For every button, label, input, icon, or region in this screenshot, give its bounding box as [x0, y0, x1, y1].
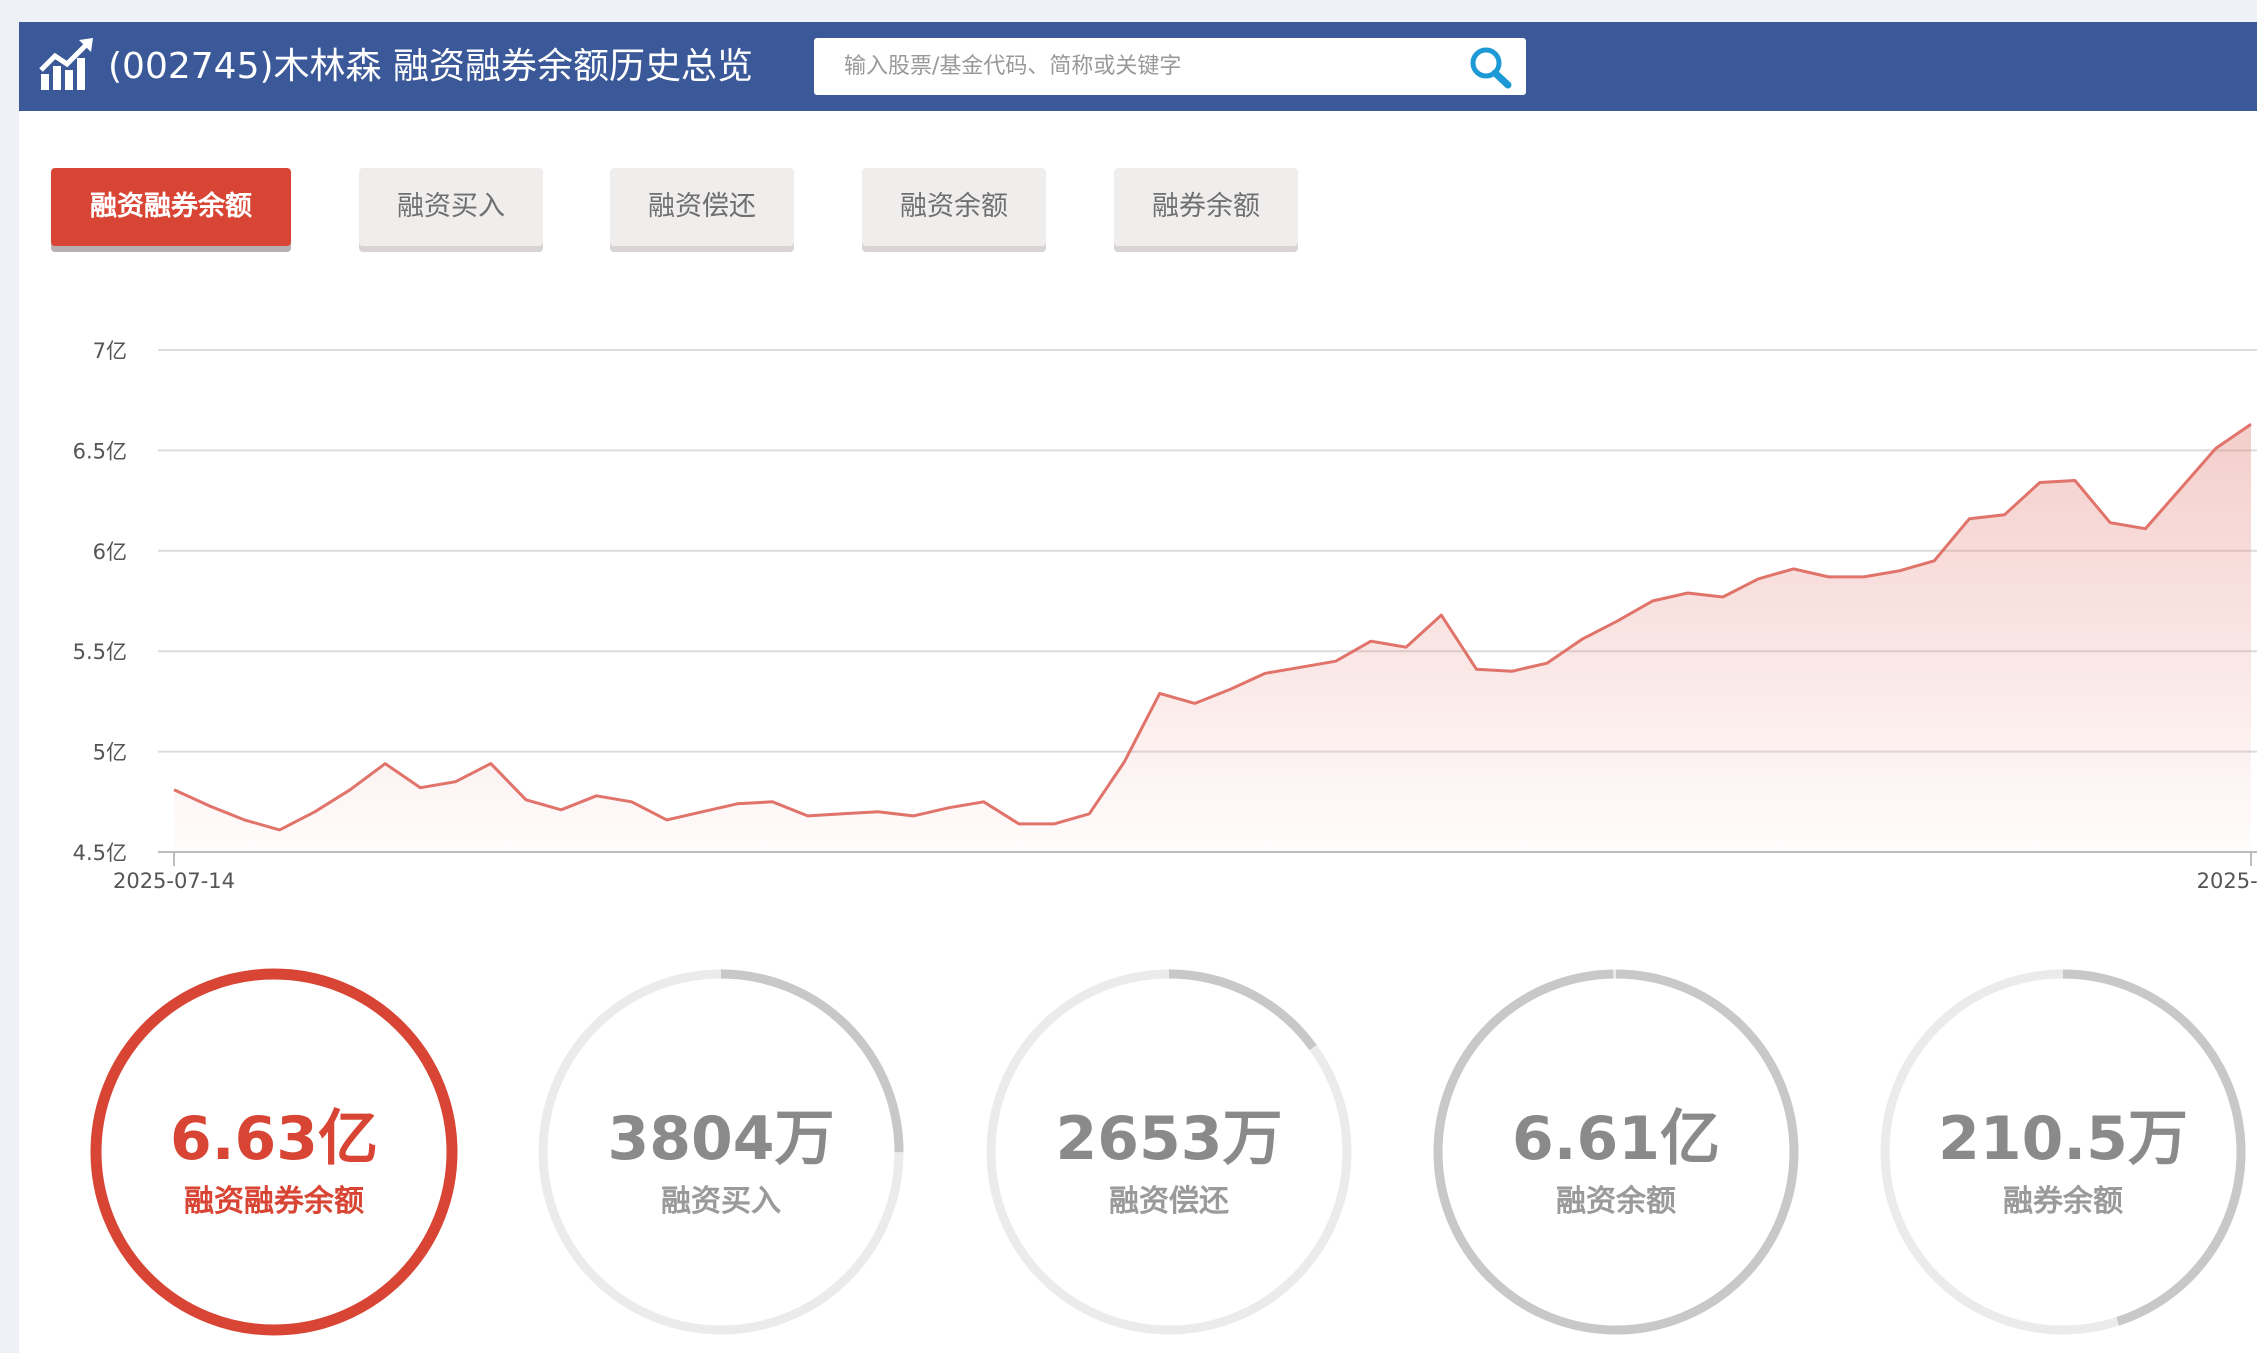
stat-label: 融资余额	[1556, 1184, 1676, 1219]
stat-ring-margin-repay[interactable]: 2653万 融资偿还	[979, 962, 1359, 1342]
margin-balance-chart: 7亿 6.5亿 6亿 5.5亿 5亿 4.5亿 2025-07-14 2025-10-1	[73, 339, 2257, 893]
header-bar: (002745)木林森 融资融券余额历史总览	[19, 22, 2257, 111]
page-title: (002745)木林森 融资融券余额历史总览	[108, 46, 753, 87]
stat-ring-margin-total[interactable]: 6.63亿 融资融券余额	[84, 962, 464, 1342]
page: (002745)木林森 融资融券余额历史总览 融资融券余额 融资买入 融资偿还 …	[19, 22, 2257, 1353]
stat-value: 3804万	[607, 1104, 835, 1174]
tab-financing-balance[interactable]: 融资余额	[862, 168, 1046, 246]
y-tick-label: 5亿	[93, 741, 127, 765]
stat-label: 融资偿还	[1109, 1184, 1229, 1219]
stat-ring-margin-buy[interactable]: 3804万 融资买入	[531, 962, 911, 1342]
stat-value: 2653万	[1055, 1104, 1283, 1174]
x-tick-label: 2025-10-1	[2197, 869, 2257, 893]
stat-value: 6.61亿	[1511, 1104, 1721, 1174]
tab-margin-total[interactable]: 融资融券余额	[51, 168, 291, 246]
y-tick-label: 4.5亿	[73, 841, 127, 865]
search-icon[interactable]	[1466, 44, 1516, 90]
series-area	[174, 424, 2251, 852]
y-tick-label: 6.5亿	[73, 439, 127, 463]
y-tick-label: 5.5亿	[73, 640, 127, 664]
stat-value: 6.63亿	[169, 1104, 379, 1174]
y-tick-label: 7亿	[93, 339, 127, 363]
tab-securities-lending-balance[interactable]: 融券余额	[1114, 168, 1298, 246]
stock-chart-logo-icon	[39, 38, 93, 90]
stat-label: 融资买入	[661, 1184, 781, 1219]
x-tick-label: 2025-07-14	[113, 869, 235, 893]
y-tick-label: 6亿	[93, 540, 127, 564]
stat-ring-securities-lending-balance[interactable]: 210.5万 融券余额	[1873, 962, 2253, 1342]
search-box	[814, 38, 1526, 95]
stat-label: 融券余额	[2003, 1184, 2123, 1219]
stat-ring-financing-balance[interactable]: 6.61亿 融资余额	[1426, 962, 1806, 1342]
stat-value: 210.5万	[1938, 1104, 2188, 1174]
tab-margin-repay[interactable]: 融资偿还	[610, 168, 794, 246]
stat-label: 融资融券余额	[184, 1184, 364, 1219]
tab-margin-buy[interactable]: 融资买入	[359, 168, 543, 246]
search-input[interactable]	[814, 38, 1454, 95]
